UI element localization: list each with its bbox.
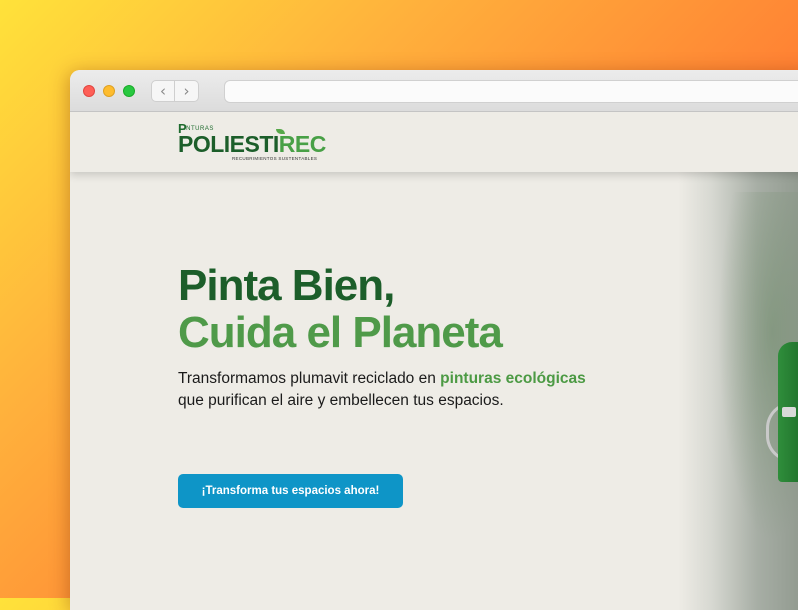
site-header: P INTURAS POLIESTIREC RECUBRIMIENTOS SUS…: [70, 112, 798, 172]
transform-spaces-button[interactable]: ¡Transforma tus espacios ahora!: [178, 474, 403, 508]
chevron-right-icon: ›: [183, 82, 190, 100]
maximize-window-button[interactable]: [123, 85, 135, 97]
brand-logo[interactable]: P INTURAS POLIESTIREC RECUBRIMIENTOS SUS…: [178, 121, 326, 162]
hero-title-line1: Pinta Bien,: [178, 261, 395, 310]
hero-subtitle-highlight: pinturas ecológicas: [440, 370, 586, 387]
hero-title-line2: Cuida el Planeta: [178, 308, 503, 357]
browser-window: ‹ › P INTURAS POLIESTIREC RECUBRIMIENTOS…: [70, 70, 798, 610]
logo-wordmark: POLIESTIREC: [178, 132, 326, 156]
address-bar[interactable]: [224, 80, 798, 103]
paint-bucket-rim: [782, 407, 796, 417]
back-button[interactable]: ‹: [151, 80, 175, 102]
forward-button[interactable]: ›: [175, 80, 199, 102]
logo-tagline: RECUBRIMIENTOS SUSTENTABLES: [232, 156, 318, 161]
hero-section: Pinta Bien, Cuida el Planeta Transformam…: [178, 262, 586, 412]
chevron-left-icon: ‹: [160, 82, 166, 100]
minimize-window-button[interactable]: [103, 85, 115, 97]
web-page: P INTURAS POLIESTIREC RECUBRIMIENTOS SUS…: [70, 112, 798, 610]
hero-subtitle-tail: que purifican el aire y embellecen tus e…: [178, 392, 504, 409]
logo-accent-text: REC: [278, 131, 327, 157]
hero-subtitle-lead: Transformamos plumavit reciclado en: [178, 370, 441, 387]
hero-subtitle: Transformamos plumavit reciclado en pint…: [178, 368, 586, 412]
logo-main-text: POLIESTI: [178, 131, 279, 157]
browser-titlebar: ‹ ›: [70, 70, 798, 112]
close-window-button[interactable]: [83, 85, 95, 97]
